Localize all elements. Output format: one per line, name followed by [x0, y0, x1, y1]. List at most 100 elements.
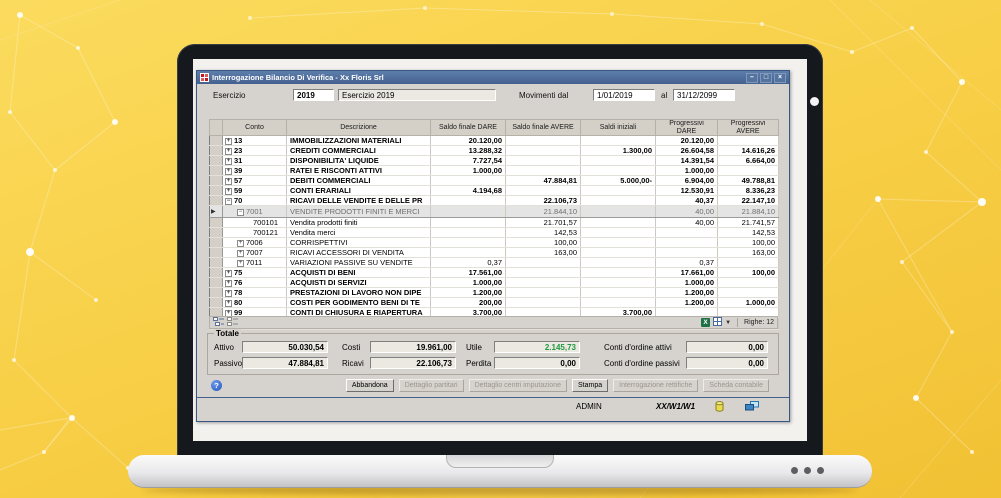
dettaglio-centri-imputazione-button[interactable]: Dettaglio centri imputazione [469, 379, 567, 392]
table-row[interactable]: +7007RICAVI ACCESSORI DI VENDITA163,0016… [210, 248, 779, 258]
expand-icon[interactable]: + [225, 138, 232, 145]
conto-cell: −70 [223, 196, 287, 206]
descrizione-cell: PRESTAZIONI DI LAVORO NON DIPE [287, 288, 431, 298]
table-row[interactable]: +23CREDITI COMMERCIALI13.288,321.300,002… [210, 146, 779, 156]
date-to-input[interactable]: 31/12/2099 [673, 89, 735, 101]
row-selector[interactable] [210, 196, 223, 206]
row-selector[interactable] [210, 268, 223, 278]
expand-icon[interactable]: + [225, 280, 232, 287]
chevron-down-icon[interactable]: ▼ [725, 320, 731, 326]
row-selector[interactable] [210, 298, 223, 308]
expand-icon[interactable]: + [225, 270, 232, 277]
column-header-progressivi-avere[interactable]: Progressivi AVERE [718, 120, 779, 136]
expand-icon[interactable]: + [225, 158, 232, 165]
date-from-input[interactable]: 1/01/2019 [593, 89, 655, 101]
column-header-progressivi-dare[interactable]: Progressivi DARE [656, 120, 718, 136]
maximize-button[interactable]: □ [760, 73, 772, 83]
expand-icon[interactable]: + [237, 250, 244, 257]
row-selector[interactable] [210, 238, 223, 248]
row-selector[interactable] [210, 176, 223, 186]
dettaglio-partitari-button[interactable]: Dettaglio partitari [399, 379, 464, 392]
table-row[interactable]: +39RATEI E RISCONTI ATTIVI1.000,001.000,… [210, 166, 779, 176]
button-row: Abbandona Dettaglio partitari Dettaglio ce… [346, 379, 769, 392]
table-row[interactable]: +7006CORRISPETTIVI100,00100,00 [210, 238, 779, 248]
saldo-dare-cell [431, 176, 506, 186]
saldi-iniziali-cell [581, 298, 656, 308]
table-row[interactable]: 700101Vendita prodotti finiti21.701,5740… [210, 218, 779, 228]
table-row[interactable]: +31DISPONIBILITA' LIQUIDE7.727,5414.391,… [210, 156, 779, 166]
table-row[interactable]: −70RICAVI DELLE VENDITE E DELLE PR22.106… [210, 196, 779, 206]
table-row[interactable]: +76ACQUISTI DI SERVIZI1.000,001.000,00 [210, 278, 779, 288]
progressivi-avere-cell: 49.788,81 [718, 176, 779, 186]
saldo-avere-cell [506, 268, 581, 278]
collapse-tree-icon[interactable] [227, 317, 238, 329]
laptop-notch [446, 455, 554, 468]
table-row[interactable]: +7011VARIAZIONI PASSIVE SU VENDITE0,370,… [210, 258, 779, 268]
expand-icon[interactable]: + [237, 260, 244, 267]
progressivi-avere-cell: 8.336,23 [718, 186, 779, 196]
progressivi-avere-cell: 14.616,26 [718, 146, 779, 156]
column-header-conto[interactable]: Conto [223, 120, 287, 136]
expand-icon[interactable]: + [225, 178, 232, 185]
column-header-saldi-iniziali[interactable]: Saldi iniziali [581, 120, 656, 136]
abbandona-button[interactable]: Abbandona [346, 379, 394, 392]
row-selector[interactable] [210, 166, 223, 176]
totals-panel-title: Totale [214, 329, 241, 338]
collapse-icon[interactable]: − [237, 209, 244, 216]
table-row[interactable]: +80COSTI PER GODIMENTO BENI DI TE200,001… [210, 298, 779, 308]
expand-icon[interactable]: + [225, 188, 232, 195]
table-row[interactable]: +13IMMOBILIZZAZIONI MATERIALI20.120,0020… [210, 136, 779, 146]
close-button[interactable]: × [774, 73, 786, 83]
row-selector[interactable] [210, 156, 223, 166]
column-header-saldo-avere[interactable]: Saldo finale AVERE [506, 120, 581, 136]
help-icon[interactable]: ? [211, 380, 222, 391]
table-row[interactable]: +57DEBITI COMMERCIALI47.884,815.000,00-6… [210, 176, 779, 186]
expand-icon[interactable]: + [225, 290, 232, 297]
row-selector[interactable] [210, 136, 223, 146]
row-selector[interactable] [210, 278, 223, 288]
descrizione-cell: COSTI PER GODIMENTO BENI DI TE [287, 298, 431, 308]
table-row[interactable]: 700121Vendita merci142,53142,53 [210, 228, 779, 238]
collapse-icon[interactable]: − [225, 198, 232, 205]
esercizio-input[interactable]: 2019 [293, 89, 334, 101]
table-row[interactable]: +59CONTI ERARIALI4.194,6812.530,918.336,… [210, 186, 779, 196]
row-selector[interactable] [210, 258, 223, 268]
conto-cell: +78 [223, 288, 287, 298]
table-row[interactable]: ▶−7001VENDITE PRODOTTI FINITI E MERCI21.… [210, 206, 779, 218]
minimize-button[interactable]: – [746, 73, 758, 83]
conti-ordine-passivi-label: Conti d'ordine passivi [604, 359, 680, 368]
stampa-button[interactable]: Stampa [572, 379, 608, 392]
conto-cell: +57 [223, 176, 287, 186]
excel-export-icon[interactable]: X [701, 318, 710, 327]
saldo-avere-cell: 21.844,10 [506, 206, 581, 218]
row-selector[interactable] [210, 146, 223, 156]
table-row[interactable]: +75ACQUISTI DI BENI17.561,0017.661,00100… [210, 268, 779, 278]
expand-tree-icon[interactable] [213, 317, 224, 329]
saldi-iniziali-cell [581, 228, 656, 238]
row-selector[interactable] [210, 228, 223, 238]
interrogazione-rettifiche-button[interactable]: Interrogazione rettifiche [613, 379, 698, 392]
progressivi-dare-cell: 1.200,00 [656, 288, 718, 298]
column-header-saldo-dare[interactable]: Saldo finale DARE [431, 120, 506, 136]
progressivi-dare-cell: 20.120,00 [656, 136, 718, 146]
row-selector[interactable] [210, 186, 223, 196]
movimenti-dal-label: Movimenti dal [519, 91, 568, 100]
row-selector[interactable] [210, 248, 223, 258]
progressivi-dare-cell: 26.604,58 [656, 146, 718, 156]
column-header-descrizione[interactable]: Descrizione [287, 120, 431, 136]
expand-icon[interactable]: + [225, 300, 232, 307]
progressivi-avere-cell: 21.884,10 [718, 206, 779, 218]
expand-icon[interactable]: + [237, 240, 244, 247]
scheda-contabile-button[interactable]: Scheda contabile [703, 379, 769, 392]
row-selector[interactable] [210, 218, 223, 228]
expand-icon[interactable]: + [225, 148, 232, 155]
row-selector[interactable] [210, 288, 223, 298]
saldi-iniziali-cell [581, 258, 656, 268]
grid-settings-icon[interactable] [713, 317, 722, 328]
saldo-dare-cell [431, 228, 506, 238]
table-row[interactable]: +78PRESTAZIONI DI LAVORO NON DIPE 1.200,0… [210, 288, 779, 298]
ricavi-label: Ricavi [342, 359, 364, 368]
expand-icon[interactable]: + [225, 168, 232, 175]
row-selector[interactable]: ▶ [210, 206, 223, 218]
conto-cell: +75 [223, 268, 287, 278]
